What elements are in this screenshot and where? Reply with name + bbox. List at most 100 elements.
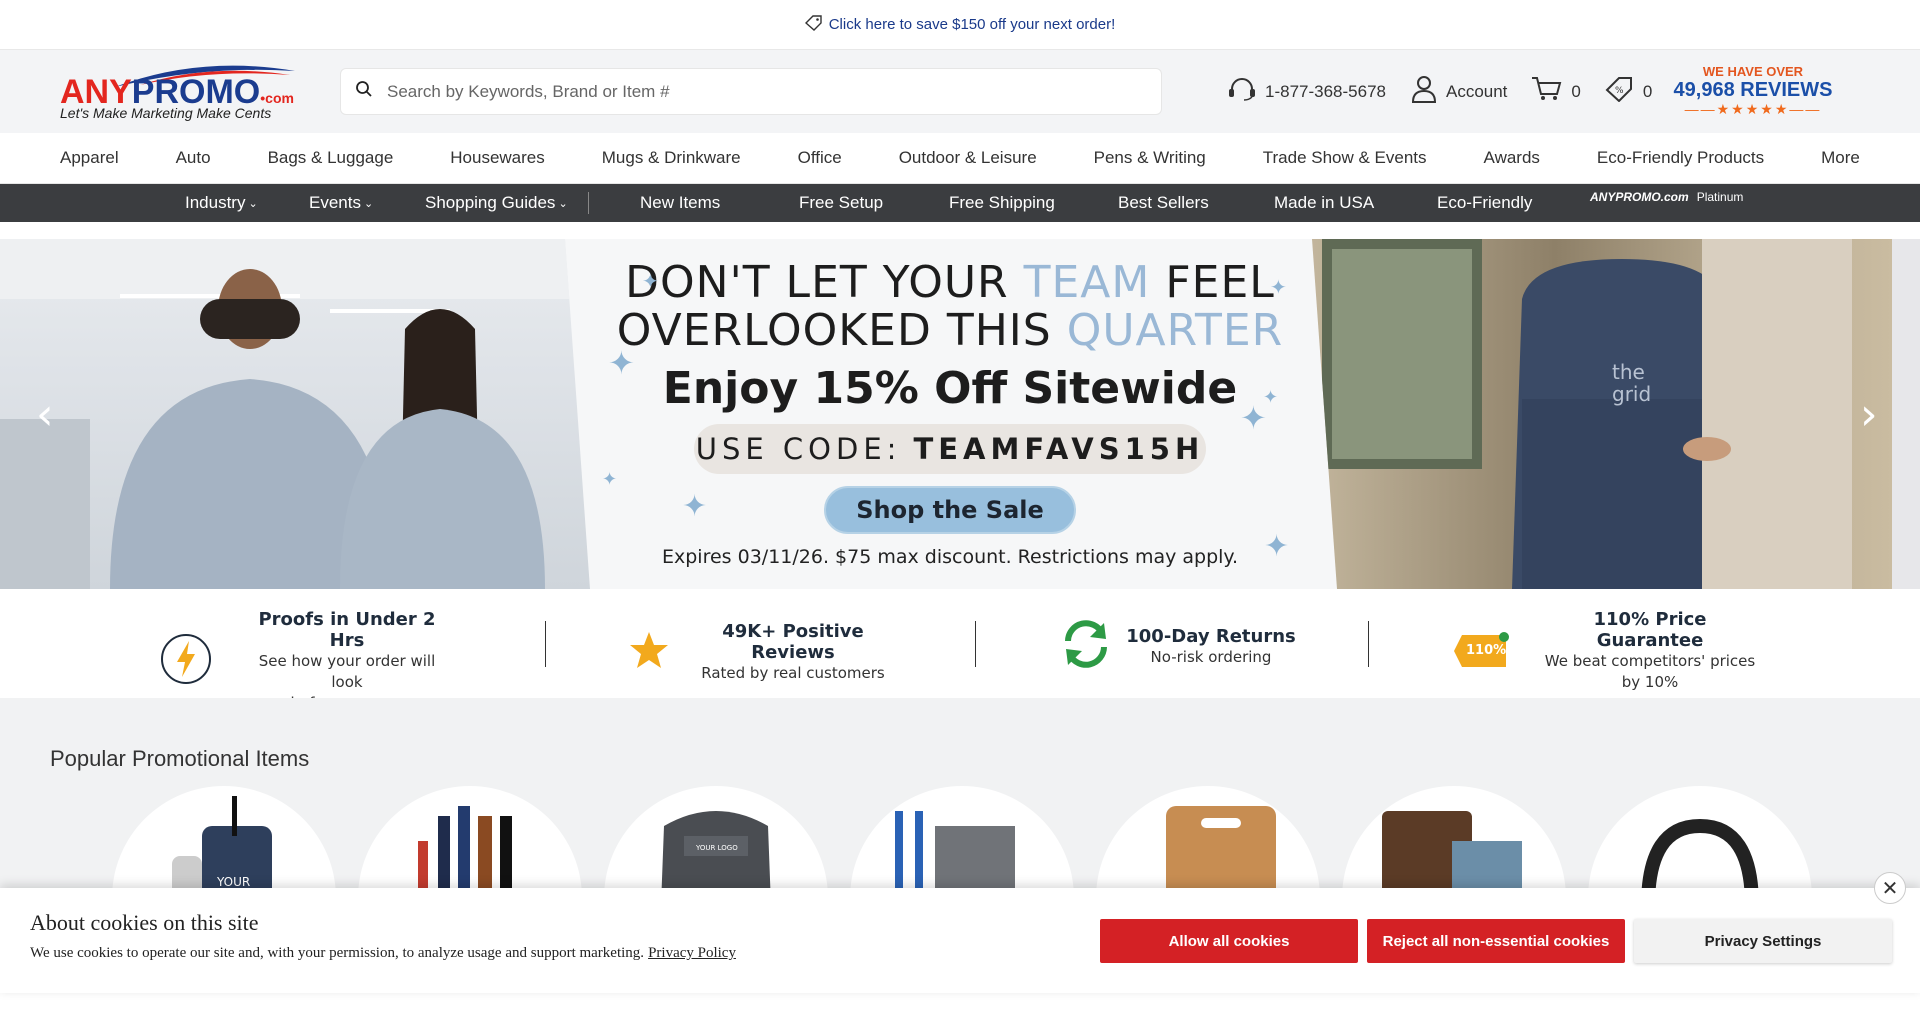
feature-title: 49K+ Positive Reviews bbox=[722, 621, 864, 663]
phone-number: 1-877-368-5678 bbox=[1265, 81, 1386, 101]
sparkle-icon: ✦ bbox=[1264, 529, 1290, 564]
feature-title: 100-Day Returns bbox=[1126, 625, 1296, 647]
svg-text:YOUR: YOUR bbox=[216, 875, 250, 889]
hero-headline-line1: DON'T LET YOUR TEAM FEEL bbox=[625, 257, 1275, 308]
subnav-shopping-guides[interactable]: Shopping Guides ⌄ bbox=[425, 184, 568, 222]
hero-offer: Enjoy 15% Off Sitewide bbox=[662, 363, 1238, 414]
subnav-events[interactable]: Events ⌄ bbox=[309, 184, 373, 222]
cookie-title: About cookies on this site bbox=[30, 910, 259, 935]
category-awards[interactable]: Awards bbox=[1484, 148, 1540, 168]
star-icon bbox=[628, 630, 670, 675]
privacy-policy-link[interactable]: Privacy Policy bbox=[648, 945, 736, 961]
cookie-banner: About cookies on this site We use cookie… bbox=[0, 888, 1920, 993]
svg-text:YOUR LOGO: YOUR LOGO bbox=[695, 844, 738, 852]
category-auto[interactable]: Auto bbox=[176, 148, 211, 168]
subnav-divider bbox=[588, 192, 589, 214]
category-trade-show-events[interactable]: Trade Show & Events bbox=[1263, 148, 1427, 168]
svg-text:%: % bbox=[1615, 86, 1624, 96]
feature-subtitle: See how your order will look bbox=[258, 652, 436, 691]
subnav-best-sellers[interactable]: Best Sellers bbox=[1118, 184, 1209, 222]
search-box[interactable] bbox=[340, 68, 1162, 115]
feature-price-guarantee: 110% 110% Price Guarantee We beat compet… bbox=[1452, 609, 1760, 693]
subnav-free-setup[interactable]: Free Setup bbox=[799, 184, 883, 222]
logo-tagline: Let's Make Marketing Make Cents bbox=[60, 104, 272, 121]
promo-text[interactable]: Click here to save $150 off your next or… bbox=[829, 16, 1116, 33]
sparkle-icon: ✦ bbox=[608, 344, 635, 382]
category-more[interactable]: More bbox=[1821, 148, 1860, 168]
chevron-down-icon: ⌄ bbox=[363, 197, 374, 210]
cart-icon bbox=[1531, 76, 1571, 107]
promo-code: TEAMFAVS15H bbox=[913, 432, 1205, 466]
tag-icon bbox=[804, 14, 823, 35]
category-mugs-drinkware[interactable]: Mugs & Drinkware bbox=[602, 148, 741, 168]
feature-subtitle: We beat competitors' prices bbox=[1544, 652, 1756, 670]
value-props: Proofs in Under 2 Hrs See how your order… bbox=[0, 589, 1920, 712]
subnav-industry[interactable]: Industry ⌄ bbox=[185, 184, 258, 222]
hero-expiry-note: Expires 03/11/26. $75 max discount. Rest… bbox=[662, 546, 1238, 568]
platinum-label: Platinum bbox=[1696, 190, 1744, 204]
category-bags-luggage[interactable]: Bags & Luggage bbox=[268, 148, 394, 168]
search-input[interactable] bbox=[387, 81, 1087, 102]
phone-link[interactable]: 1-877-368-5678 bbox=[1227, 77, 1386, 106]
carousel-next-icon[interactable]: › bbox=[1860, 389, 1878, 440]
headset-icon bbox=[1227, 77, 1265, 106]
shop-the-sale-button[interactable]: Shop the Sale bbox=[824, 486, 1076, 534]
sparkle-icon: ✦ bbox=[682, 489, 708, 524]
category-office[interactable]: Office bbox=[798, 148, 842, 168]
quotes-count: 0 bbox=[1642, 81, 1653, 101]
subnav-made-in-usa[interactable]: Made in USA bbox=[1274, 184, 1374, 222]
sparkle-icon: ✦ bbox=[642, 269, 659, 293]
reviews-stars: ——★★★★★—— bbox=[1684, 101, 1822, 117]
divider bbox=[1368, 621, 1369, 667]
reviews-badge[interactable]: WE HAVE OVER 49,968 REVIEWS ——★★★★★—— bbox=[1673, 64, 1833, 118]
subnav-new-items[interactable]: New Items bbox=[640, 184, 720, 222]
svg-text:the: the bbox=[1612, 360, 1645, 384]
cart-link[interactable]: 0 bbox=[1531, 76, 1581, 107]
reviews-over-label: WE HAVE OVER bbox=[1702, 64, 1804, 79]
cookie-description: We use cookies to operate our site and, … bbox=[30, 945, 736, 961]
anypromo-logo[interactable]: ANYPROMO•com Let's Make Marketing Make C… bbox=[60, 61, 300, 123]
hero-carousel[interactable]: the grid DON'T LET YOUR TEAM FEEL OVERLO… bbox=[0, 239, 1920, 589]
category-nav: Apparel Auto Bags & Luggage Housewares Mugs … bbox=[0, 133, 1920, 184]
hero-photo-hoodies bbox=[0, 239, 590, 589]
quotes-link[interactable]: % 0 bbox=[1605, 76, 1652, 107]
sparkle-icon: ✦ bbox=[1270, 275, 1287, 299]
category-pens-writing[interactable]: Pens & Writing bbox=[1094, 148, 1206, 168]
account-label: Account bbox=[1445, 81, 1508, 101]
category-apparel[interactable]: Apparel bbox=[60, 148, 119, 168]
subnav-free-shipping[interactable]: Free Shipping bbox=[949, 184, 1055, 222]
subnav-platinum[interactable]: ANYPROMO.com Platinum bbox=[1590, 178, 1743, 216]
sparkle-icon: ✦ bbox=[602, 469, 618, 490]
hero-headline-line2: OVERLOOKED THIS QUARTER bbox=[616, 305, 1284, 356]
section-title: Popular Promotional Items bbox=[50, 746, 310, 771]
account-link[interactable]: Account bbox=[1410, 74, 1507, 109]
allow-all-cookies-button[interactable]: Allow all cookies bbox=[1100, 919, 1358, 963]
platinum-logo: ANYPROMO.com bbox=[1590, 190, 1689, 204]
search-icon[interactable] bbox=[355, 80, 373, 103]
secondary-nav: Industry ⌄ Events ⌄ Shopping Guides ⌄ New I… bbox=[0, 184, 1920, 222]
divider bbox=[545, 621, 546, 667]
divider bbox=[975, 621, 976, 667]
chevron-down-icon: ⌄ bbox=[558, 197, 568, 210]
reviews-count: 49,968 REVIEWS bbox=[1673, 79, 1833, 101]
privacy-settings-button[interactable]: Privacy Settings bbox=[1634, 919, 1892, 963]
discount-tag-icon: % bbox=[1605, 76, 1643, 107]
hero-photo-backpack: the grid bbox=[1312, 239, 1920, 589]
feature-returns: 100-Day Returns No-risk ordering bbox=[1060, 619, 1296, 674]
sparkle-icon: ✦ bbox=[1263, 387, 1279, 408]
subnav-eco-friendly[interactable]: Eco-Friendly bbox=[1437, 184, 1532, 222]
category-outdoor-leisure[interactable]: Outdoor & Leisure bbox=[899, 148, 1037, 168]
category-housewares[interactable]: Housewares bbox=[450, 148, 545, 168]
price-tag-icon: 110% bbox=[1452, 631, 1510, 671]
feature-subtitle: by 10% bbox=[1621, 673, 1679, 691]
promo-banner[interactable]: Click here to save $150 off your next or… bbox=[0, 0, 1920, 50]
feature-title: Proofs in Under 2 Hrs bbox=[258, 609, 436, 651]
feature-reviews: 49K+ Positive Reviews Rated by real cust… bbox=[628, 621, 898, 684]
carousel-prev-icon[interactable]: ‹ bbox=[36, 389, 54, 440]
close-icon[interactable]: ✕ bbox=[1874, 872, 1906, 904]
category-eco-friendly-products[interactable]: Eco-Friendly Products bbox=[1597, 148, 1764, 168]
refresh-icon bbox=[1060, 619, 1112, 674]
reject-cookies-button[interactable]: Reject all non-essential cookies bbox=[1367, 919, 1625, 963]
feature-subtitle: Rated by real customers bbox=[701, 664, 885, 682]
header-actions: 1-877-368-5678 Account 0 % 0 bbox=[1227, 50, 1676, 133]
